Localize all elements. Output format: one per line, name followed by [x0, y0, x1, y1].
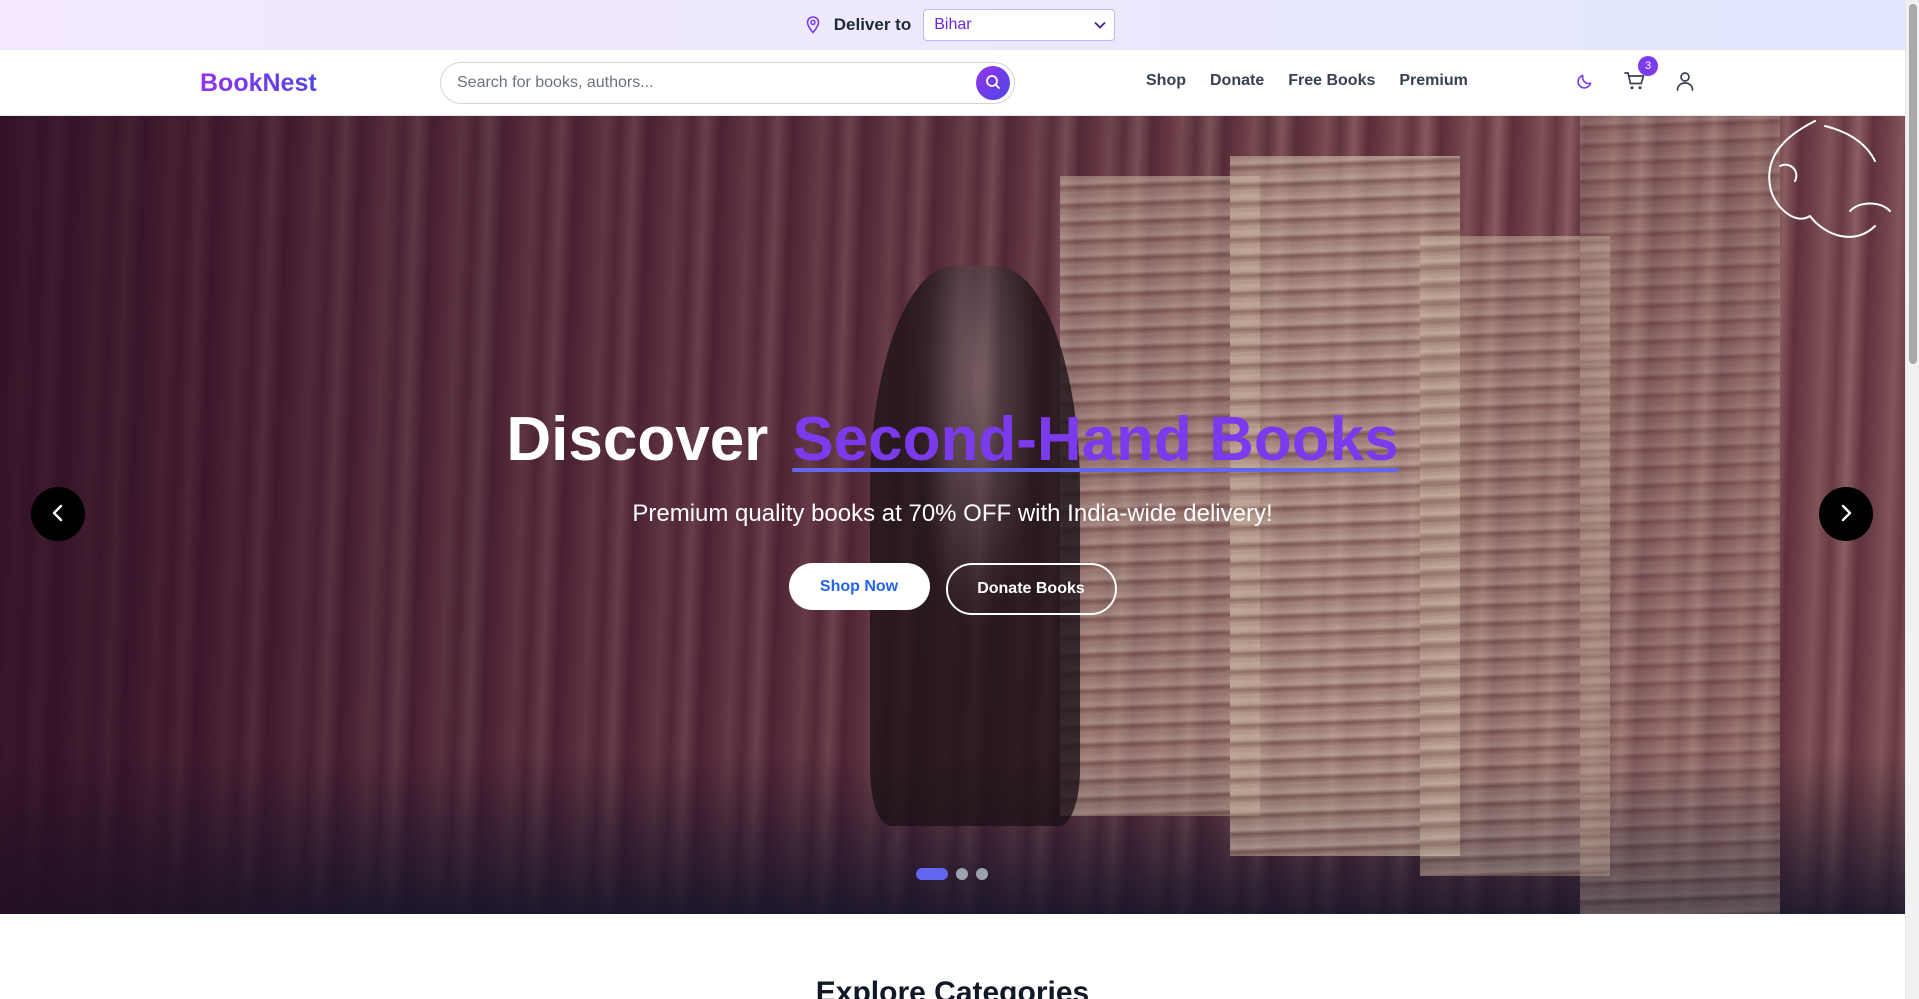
cart-count-badge: 3	[1638, 56, 1658, 76]
hero-title-accent: Second-Hand Books	[792, 405, 1399, 474]
hero-actions: Shop Now Donate Books	[0, 563, 1905, 615]
nav-link-donate[interactable]: Donate	[1210, 72, 1264, 90]
logo[interactable]: BookNest	[200, 69, 317, 98]
search-input[interactable]	[457, 74, 976, 92]
header-actions: 3	[1570, 56, 1700, 98]
carousel-prev-button[interactable]	[31, 487, 85, 541]
account-button[interactable]	[1670, 68, 1700, 98]
state-select[interactable]: Bihar	[923, 8, 1116, 41]
donate-books-button[interactable]: Donate Books	[945, 563, 1117, 615]
theme-toggle-button[interactable]	[1570, 68, 1600, 98]
carousel-indicators	[916, 868, 988, 880]
carousel-next-button[interactable]	[1819, 487, 1873, 541]
user-icon	[1676, 71, 1694, 96]
chevron-down-icon	[1094, 16, 1106, 34]
hero-background-person	[870, 266, 1080, 826]
state-select-value: Bihar	[934, 15, 972, 33]
search-icon	[985, 74, 1001, 93]
hero-carousel: Discover Second-Hand Books Premium quali…	[0, 116, 1905, 914]
nav-link-free-books[interactable]: Free Books	[1288, 72, 1375, 90]
cart-button[interactable]: 3	[1620, 56, 1658, 98]
delivery-bar: Deliver to Bihar	[0, 0, 1919, 50]
deliver-to-label: Deliver to	[833, 14, 912, 34]
hero-title: Discover Second-Hand Books	[0, 405, 1905, 474]
carousel-dot-3[interactable]	[976, 868, 988, 880]
chevron-right-icon	[1839, 504, 1853, 525]
moon-icon	[1576, 72, 1594, 95]
doodle-decoration-icon	[1768, 120, 1891, 238]
site-header: BookNest Shop Donate Free Books Premium	[0, 50, 1905, 116]
search-bar	[440, 62, 1015, 104]
page: Deliver to Bihar BookNest Shop Donate Fr…	[0, 0, 1919, 999]
section-title-categories: Explore Categories	[815, 976, 1090, 999]
shop-now-button[interactable]: Shop Now	[788, 563, 930, 610]
search-button[interactable]	[976, 66, 1010, 100]
nav-link-shop[interactable]: Shop	[1146, 72, 1186, 90]
nav-link-premium[interactable]: Premium	[1399, 72, 1467, 90]
chevron-left-icon	[51, 504, 65, 525]
hero-title-plain: Discover	[506, 405, 769, 474]
map-pin-icon	[804, 14, 822, 36]
main-nav: Shop Donate Free Books Premium	[1146, 72, 1468, 90]
page-scrollbar[interactable]	[1905, 0, 1919, 999]
scrollbar-thumb[interactable]	[1909, 4, 1917, 364]
hero-subtitle: Premium quality books at 70% OFF with In…	[632, 500, 1273, 527]
carousel-dot-2[interactable]	[956, 868, 968, 880]
carousel-dot-1[interactable]	[916, 868, 948, 880]
